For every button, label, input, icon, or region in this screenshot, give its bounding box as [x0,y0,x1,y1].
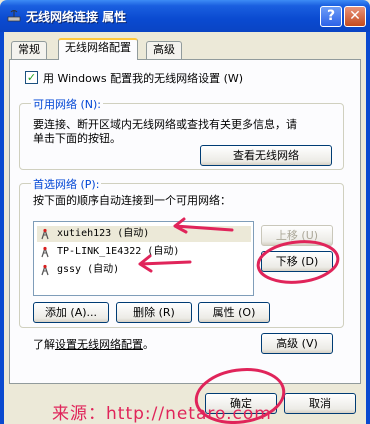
network-connection-icon [7,10,21,22]
title-bar[interactable]: 无线网络连接 属性 ? ✕ [0,0,370,32]
list-item[interactable]: xutieh123 (自动) [37,226,251,242]
window-frame-left [0,32,4,424]
available-networks-title: 可用网络 (N): [31,96,104,112]
move-down-button[interactable]: 下移 (D) [261,251,333,272]
window-frame-right [366,32,370,424]
move-up-button[interactable]: 上移 (U) [261,225,333,246]
cancel-button[interactable]: 取消 [284,393,356,414]
preferred-networks-title: 首选网络 (P): [31,176,102,192]
list-item[interactable]: TP-LINK_1E4322 (自动) [37,244,251,260]
properties-button[interactable]: 属性 (O) [198,302,270,323]
list-item[interactable]: gssy (自动) [37,262,251,278]
preferred-networks-description: 按下面的顺序自动连接到一个可用网络： [33,194,231,207]
use-windows-checkbox[interactable]: ✓ [25,71,38,84]
learn-more-link[interactable]: 设置无线网络配置 [55,338,143,351]
tab-general[interactable]: 常规 [11,41,47,59]
learn-more-suffix: 。 [143,338,154,351]
learn-more-text: 了解设置无线网络配置。 [33,336,154,352]
add-button[interactable]: 添加 (A)... [33,302,109,323]
available-networks-description-line2: 单击下面的按钮。 [33,132,121,145]
advanced-button[interactable]: 高级 (V) [261,333,333,354]
wireless-network-icon [41,264,49,276]
network-name: TP-LINK_1E4322 (自动) [57,246,180,257]
source-watermark: 来源：http://netaro.com [52,404,272,424]
wireless-network-icon [41,246,49,258]
preferred-networks-list[interactable]: xutieh123 (自动) TP-LINK_1E4322 (自动) gssy … [33,221,254,296]
remove-button[interactable]: 删除 (R) [116,302,192,323]
view-wireless-networks-button[interactable]: 查看无线网络 [200,145,332,166]
wireless-network-icon [41,228,49,240]
window-title: 无线网络连接 属性 [26,10,127,24]
use-windows-label[interactable]: 用 Windows 配置我的无线网络设置 (W) [43,70,243,86]
network-name: xutieh123 (自动) [57,228,150,239]
help-button[interactable]: ? [320,6,342,27]
tab-advanced[interactable]: 高级 [146,41,182,59]
network-name: gssy (自动) [57,264,120,275]
learn-more-prefix: 了解 [33,338,55,351]
close-button[interactable]: ✕ [344,6,366,27]
tab-wireless-config[interactable]: 无线网络配置 [58,38,138,60]
